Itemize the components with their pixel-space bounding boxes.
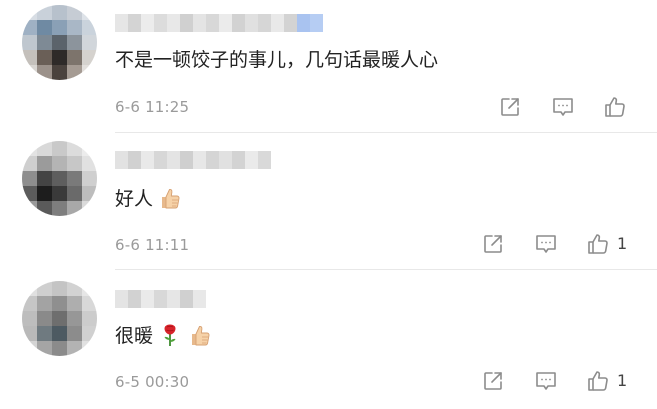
username-redacted[interactable]: [115, 151, 271, 169]
avatar[interactable]: [22, 281, 97, 356]
avatar[interactable]: [22, 141, 97, 216]
thumbs-up-icon[interactable]: [603, 95, 627, 119]
comment-text: 很暖: [115, 322, 213, 350]
thumbs-up-icon[interactable]: [586, 369, 610, 393]
thumbs-up-icon[interactable]: [586, 232, 610, 256]
reply-icon[interactable]: [551, 95, 575, 119]
comment-actions: 1: [0, 232, 657, 258]
comment-actions: [0, 95, 657, 121]
comment-item: 好人 6-6 11:11 1: [0, 133, 657, 270]
rose-emoji: [157, 322, 183, 348]
share-icon[interactable]: [481, 369, 505, 393]
comment-actions: 1: [0, 369, 657, 395]
comment-item: 很暖 6-5 00:30 1: [0, 270, 657, 409]
comment-text-content: 好人: [115, 188, 154, 210]
username-redacted[interactable]: [115, 290, 206, 308]
comment-list: 不是一顿饺子的事儿，几句话最暖人心 6-6 11:25 好人 6-6 11:11…: [0, 0, 657, 409]
comment-text: 不是一顿饺子的事儿，几句话最暖人心: [115, 46, 438, 74]
thumbs-up-emoji: [187, 322, 213, 348]
comment-text-content: 不是一顿饺子的事儿，几句话最暖人心: [115, 49, 439, 71]
share-icon[interactable]: [481, 232, 505, 256]
share-icon[interactable]: [498, 95, 522, 119]
comment-text: 好人: [115, 185, 183, 213]
reply-icon[interactable]: [534, 232, 558, 256]
thumbs-up-emoji: [157, 185, 183, 211]
comment-item: 不是一顿饺子的事儿，几句话最暖人心 6-6 11:25: [0, 0, 657, 133]
comment-text-content: 很暖: [115, 325, 154, 347]
avatar[interactable]: [22, 5, 97, 80]
like-count: 1: [617, 371, 628, 390]
reply-icon[interactable]: [534, 369, 558, 393]
like-count: 1: [617, 234, 628, 253]
username-redacted[interactable]: [115, 14, 323, 32]
